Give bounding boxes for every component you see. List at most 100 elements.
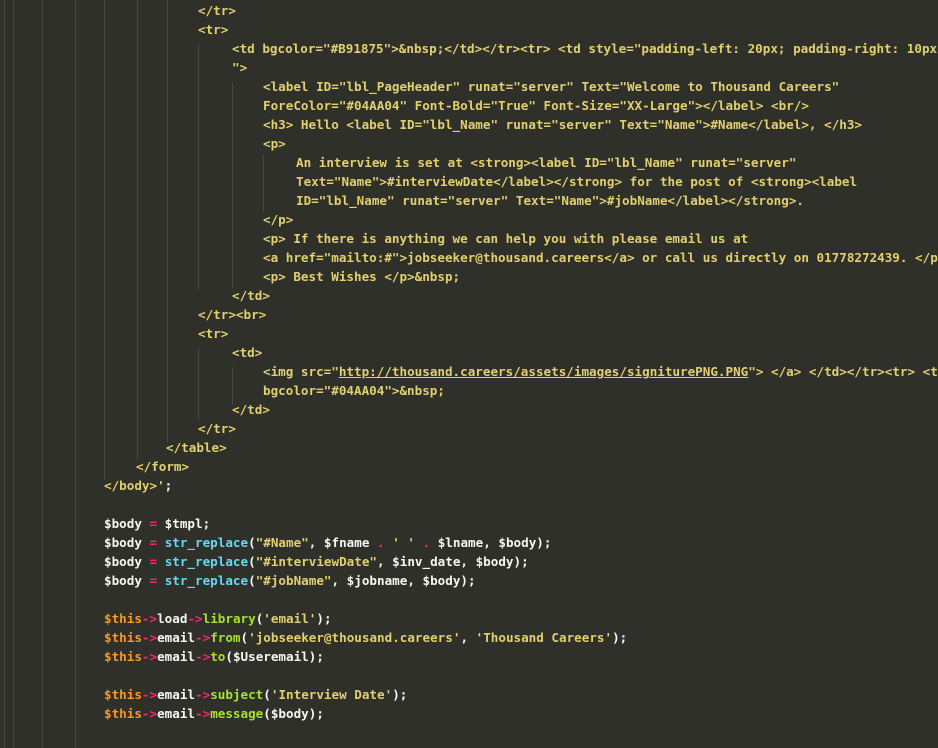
code-token: $this <box>104 706 142 721</box>
code-token: , $inv_date, $body); <box>377 554 529 569</box>
code-token: <h3> Hello <label ID="lbl_Name" runat="s… <box>263 117 862 132</box>
code-token: "#Name" <box>256 535 309 550</box>
code-token: -> <box>187 611 202 626</box>
code-line: <h3> Hello <label ID="lbl_Name" runat="s… <box>263 117 862 136</box>
code-line: $this->load->library('email'); <box>104 611 332 630</box>
code-token: subject <box>210 687 263 702</box>
code-token: "#jobName" <box>256 573 332 588</box>
code-token: </p> <box>263 212 293 227</box>
code-token: -> <box>195 630 210 645</box>
code-line: <tr> <box>198 22 228 41</box>
code-token: ); <box>612 630 627 645</box>
code-token: ($body); <box>263 706 324 721</box>
code-token: </table> <box>166 440 227 455</box>
code-token: -> <box>142 687 157 702</box>
code-line: An interview is set at <strong><label ID… <box>296 155 796 174</box>
code-token: </body>' <box>104 478 165 493</box>
code-token: <tr> <box>198 22 228 37</box>
code-token: $body <box>104 535 150 550</box>
code-line: Text="Name">#interviewDate</label></stro… <box>296 174 857 193</box>
code-token: $tmpl; <box>157 516 210 531</box>
code-token: to <box>210 649 225 664</box>
code-token: </tr> <box>198 421 236 436</box>
code-token: <a href="mailto:#">jobseeker@thousand.ca… <box>263 250 938 265</box>
code-token: ( <box>241 630 249 645</box>
code-token: 'jobseeker@thousand.careers' <box>248 630 460 645</box>
code-token: . <box>423 535 431 550</box>
indent-guide <box>75 0 76 748</box>
code-token: str_replace <box>165 535 248 550</box>
code-token: </td> <box>232 288 270 303</box>
code-line: <label ID="lbl_PageHeader" runat="server… <box>263 79 839 98</box>
code-token: "> <box>232 60 247 75</box>
code-token: </tr><br> <box>198 307 266 322</box>
code-line: $this->email->from('jobseeker@thousand.c… <box>104 630 627 649</box>
code-token: http://thousand.careers/assets/images/si… <box>339 364 748 379</box>
indent-guide <box>198 348 199 420</box>
indent-guide <box>104 0 105 480</box>
code-token: -> <box>195 706 210 721</box>
code-token: 'email' <box>263 611 316 626</box>
code-line: </p> <box>263 212 293 231</box>
code-line: <a href="mailto:#">jobseeker@thousand.ca… <box>263 250 938 269</box>
code-line: $body = $tmpl; <box>104 516 210 535</box>
indent-guide <box>137 0 138 461</box>
code-line: <p> <box>263 136 286 155</box>
code-token: ($Useremail); <box>225 649 324 664</box>
code-token: = <box>150 516 158 531</box>
code-token: ForeColor="#04AA04" Font-Bold="True" Fon… <box>263 98 809 113</box>
code-line: $this->email->message($body); <box>104 706 324 725</box>
code-token: bgcolor="#04AA04">&nbsp; <box>263 383 445 398</box>
code-line: <td bgcolor="#B91875">&nbsp;</td></tr><t… <box>232 41 938 60</box>
code-token: , $jobname, $body); <box>332 573 476 588</box>
code-token: </form> <box>136 459 189 474</box>
code-editor[interactable]: </tr> <tr> <td bgcolor="#B91875">&nbsp;</t… <box>0 0 938 748</box>
code-token: 'Interview Date' <box>271 687 392 702</box>
code-token: <p> <box>263 136 286 151</box>
code-line: bgcolor="#04AA04">&nbsp; <box>263 383 445 402</box>
code-token: <td bgcolor="#B91875">&nbsp;</td></tr><t… <box>232 41 938 56</box>
code-line: </tr><br> <box>198 307 266 326</box>
code-token <box>157 535 165 550</box>
code-line: <p> If there is anything we can help you… <box>263 231 748 250</box>
code-token: -> <box>142 706 157 721</box>
code-token <box>415 535 423 550</box>
code-token: -> <box>195 687 210 702</box>
indent-guide <box>232 367 233 404</box>
indent-guide <box>263 155 264 212</box>
code-line: <p> Best Wishes </p>&nbsp; <box>263 269 460 288</box>
code-token: -> <box>195 649 210 664</box>
code-token: </tr> <box>198 3 236 18</box>
code-token: ; <box>165 478 173 493</box>
code-token: ' ' <box>392 535 415 550</box>
code-line: <td> <box>232 345 262 364</box>
code-token: An interview is set at <strong><label ID… <box>296 155 796 170</box>
code-token: -> <box>142 649 157 664</box>
code-token: email <box>157 706 195 721</box>
code-token: 'Thousand Careers' <box>476 630 612 645</box>
code-line: </body>'; <box>104 478 172 497</box>
indent-guide <box>167 0 168 442</box>
code-token: . <box>377 535 385 550</box>
code-line: $this->email->to($Useremail); <box>104 649 324 668</box>
code-token: message <box>210 706 263 721</box>
code-token: ( <box>263 687 271 702</box>
code-token: -> <box>142 611 157 626</box>
indent-guide <box>13 0 14 748</box>
code-token: </td> <box>232 402 270 417</box>
code-token: Text="Name">#interviewDate</label></stro… <box>296 174 857 189</box>
code-line: </td> <box>232 402 270 421</box>
indent-guide <box>198 44 199 290</box>
code-line: </form> <box>136 459 189 478</box>
code-token: $body <box>104 516 150 531</box>
code-line: $body = str_replace("#Name", $fname . ' … <box>104 535 551 554</box>
code-token: ( <box>248 535 256 550</box>
code-token: email <box>157 687 195 702</box>
code-line: </td> <box>232 288 270 307</box>
code-token: <label ID="lbl_PageHeader" runat="server… <box>263 79 839 94</box>
code-line: "> <box>232 60 247 79</box>
code-token: ( <box>248 554 256 569</box>
code-token: <p> If there is anything we can help you… <box>263 231 748 246</box>
code-token: = <box>150 535 158 550</box>
indent-guide <box>4 0 5 748</box>
